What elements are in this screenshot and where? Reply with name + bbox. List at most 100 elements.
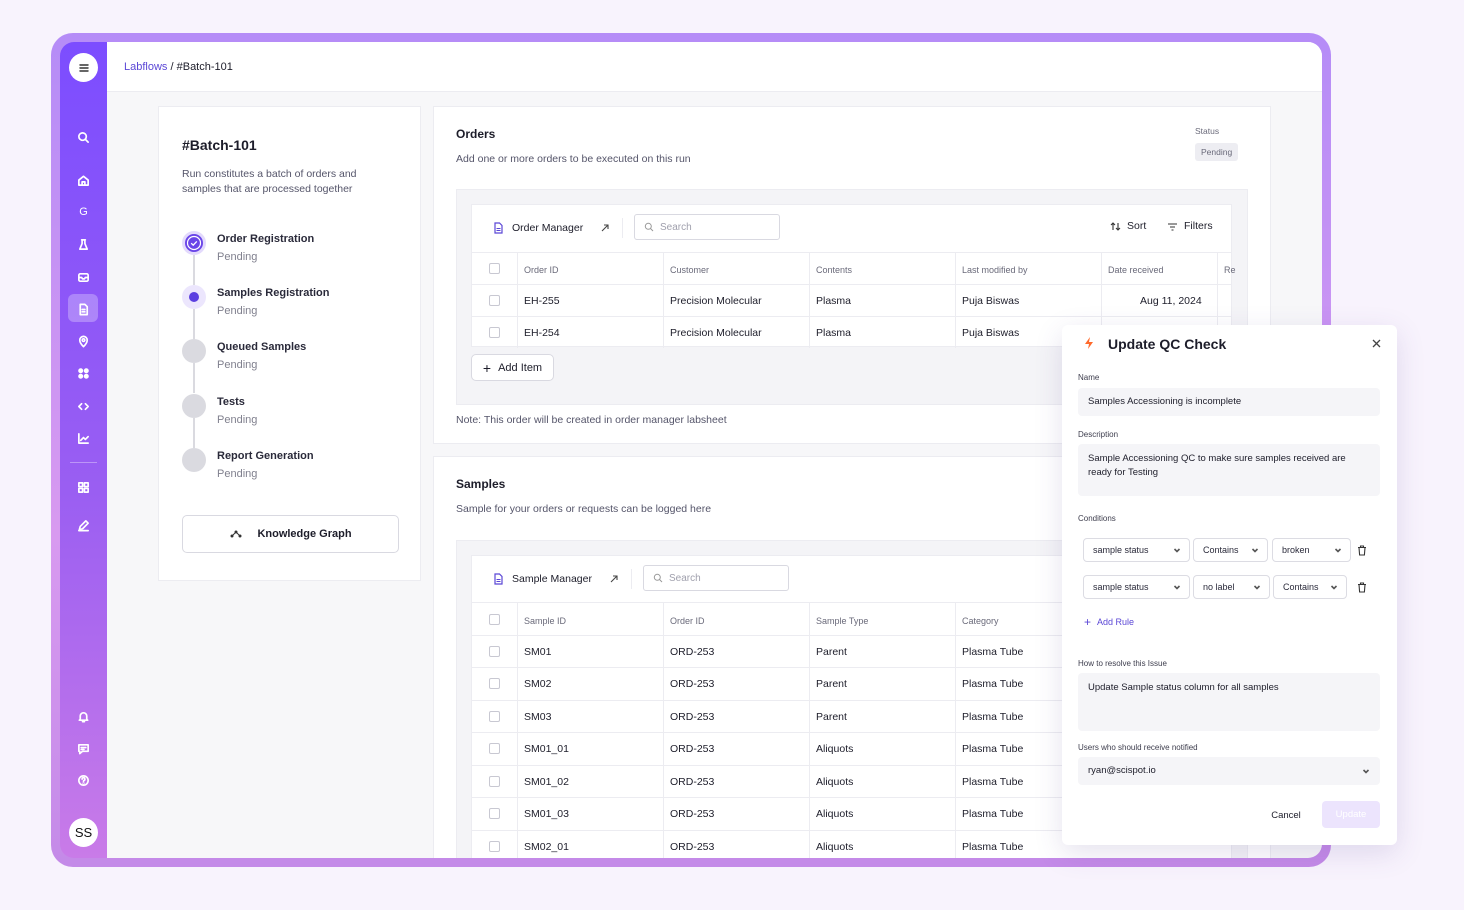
filters-button[interactable]: Filters bbox=[1167, 220, 1213, 232]
rule2-value-select[interactable]: Contains bbox=[1273, 575, 1347, 599]
column-header[interactable]: Contents bbox=[816, 265, 852, 275]
samples-subtitle: Sample for your orders or requests can b… bbox=[456, 503, 712, 515]
sidebar-item-help[interactable] bbox=[60, 767, 107, 793]
col-divider bbox=[809, 252, 810, 348]
sidebar-item-location[interactable] bbox=[60, 328, 107, 354]
sidebar-item-chart[interactable] bbox=[60, 425, 107, 451]
search-icon bbox=[78, 131, 89, 143]
select-all-checkbox[interactable] bbox=[489, 614, 500, 625]
col-divider bbox=[955, 252, 956, 348]
add-rule-label: Add Rule bbox=[1097, 617, 1135, 627]
step-connector bbox=[193, 363, 195, 393]
rule1-value-select[interactable]: broken bbox=[1272, 538, 1351, 562]
rule2-operator-value: no label bbox=[1203, 582, 1235, 592]
table-cell: Plasma Tube bbox=[962, 776, 1024, 788]
column-header[interactable]: Re bbox=[1224, 265, 1236, 275]
row-checkbox[interactable] bbox=[489, 841, 500, 852]
table-cell: Plasma Tube bbox=[962, 678, 1024, 690]
row-checkbox[interactable] bbox=[489, 295, 500, 306]
knowledge-graph-button[interactable]: Knowledge Graph bbox=[182, 515, 399, 553]
trash-icon[interactable] bbox=[1357, 582, 1367, 593]
external-link-icon[interactable] bbox=[600, 223, 610, 233]
table-cell: Plasma Tube bbox=[962, 711, 1024, 723]
add-item-button[interactable]: + Add Item bbox=[471, 354, 554, 381]
table-cell: Aliquots bbox=[816, 743, 854, 755]
table-cell: Plasma Tube bbox=[962, 646, 1024, 658]
notify-select[interactable]: ryan@scispot.io bbox=[1078, 757, 1380, 785]
sidebar-item-flask[interactable] bbox=[60, 231, 107, 257]
cancel-button[interactable]: Cancel bbox=[1258, 803, 1314, 827]
row-checkbox[interactable] bbox=[489, 808, 500, 819]
select-all-checkbox[interactable] bbox=[489, 263, 500, 274]
order-manager-label[interactable]: Order Manager bbox=[512, 222, 583, 234]
orders-note: Note: This order will be created in orde… bbox=[456, 414, 727, 426]
column-header[interactable]: Order ID bbox=[670, 616, 705, 626]
column-header[interactable]: Category bbox=[962, 616, 999, 626]
table-cell: ORD-253 bbox=[670, 711, 715, 723]
sidebar-item-code[interactable] bbox=[60, 393, 107, 419]
add-rule-button[interactable]: + Add Rule bbox=[1084, 616, 1135, 628]
column-header[interactable]: Sample Type bbox=[816, 616, 868, 626]
chat-icon bbox=[78, 743, 89, 754]
sidebar-item-pen[interactable] bbox=[60, 512, 107, 538]
external-link-icon[interactable] bbox=[609, 574, 619, 584]
trash-icon[interactable] bbox=[1357, 545, 1367, 556]
column-header[interactable]: Sample ID bbox=[524, 616, 566, 626]
notify-value: ryan@scispot.io bbox=[1088, 765, 1156, 776]
breadcrumb: Labflows / #Batch-101 bbox=[124, 61, 233, 73]
sidebar-item-grid[interactable] bbox=[60, 474, 107, 500]
sheet-icon bbox=[494, 573, 503, 585]
column-header[interactable]: Order ID bbox=[524, 265, 559, 275]
sidebar-item-g[interactable]: G bbox=[60, 199, 107, 225]
rule1-operator-select[interactable]: Contains bbox=[1193, 538, 1268, 562]
name-input[interactable]: Samples Accessioning is incomplete bbox=[1078, 388, 1380, 416]
sidebar-item-chat[interactable] bbox=[60, 735, 107, 761]
description-textarea[interactable]: Sample Accessioning QC to make sure samp… bbox=[1078, 444, 1380, 496]
chevron-down-icon bbox=[1253, 585, 1261, 590]
sidebar-item-search[interactable] bbox=[60, 124, 107, 150]
sample-manager-label[interactable]: Sample Manager bbox=[512, 573, 592, 585]
order-search-input[interactable]: Search bbox=[634, 214, 780, 240]
resolve-textarea[interactable]: Update Sample status column for all samp… bbox=[1078, 673, 1380, 731]
menu-button[interactable] bbox=[69, 53, 98, 82]
row-checkbox[interactable] bbox=[489, 776, 500, 787]
table-cell: Puja Biswas bbox=[962, 295, 1020, 307]
rule1-field-select[interactable]: sample status bbox=[1083, 538, 1190, 562]
chart-icon bbox=[78, 432, 89, 444]
column-header[interactable]: Customer bbox=[670, 265, 709, 275]
col-divider bbox=[663, 252, 664, 348]
column-header[interactable]: Last modified by bbox=[962, 265, 1028, 275]
sidebar-item-inbox[interactable] bbox=[60, 264, 107, 290]
breadcrumb-root[interactable]: Labflows bbox=[124, 61, 167, 73]
step-connector bbox=[193, 255, 195, 285]
column-header[interactable]: Date received bbox=[1108, 265, 1164, 275]
row-checkbox[interactable] bbox=[489, 743, 500, 754]
sidebar: G SS bbox=[60, 42, 107, 858]
divider bbox=[631, 569, 632, 589]
rule1-field-value: sample status bbox=[1093, 545, 1149, 555]
sidebar-item-apps[interactable] bbox=[60, 360, 107, 386]
col-divider bbox=[517, 252, 518, 348]
avatar[interactable]: SS bbox=[69, 818, 98, 847]
table-cell: Plasma Tube bbox=[962, 743, 1024, 755]
rule2-field-select[interactable]: sample status bbox=[1083, 575, 1190, 599]
table-cell: Aliquots bbox=[816, 808, 854, 820]
sort-button[interactable]: Sort bbox=[1110, 220, 1146, 232]
samples-title: Samples bbox=[456, 477, 506, 491]
row-checkbox[interactable] bbox=[489, 327, 500, 338]
rule2-operator-select[interactable]: no label bbox=[1193, 575, 1270, 599]
sample-search-input[interactable]: Search bbox=[643, 565, 789, 591]
chevron-down-icon bbox=[1362, 769, 1370, 774]
row-checkbox[interactable] bbox=[489, 646, 500, 657]
inbox-icon bbox=[78, 272, 89, 282]
filter-icon bbox=[1168, 222, 1177, 231]
row-checkbox[interactable] bbox=[489, 711, 500, 722]
sidebar-item-home[interactable] bbox=[60, 167, 107, 193]
sidebar-item-document[interactable] bbox=[60, 294, 107, 322]
table-cell: Aliquots bbox=[816, 841, 854, 853]
close-icon[interactable] bbox=[1371, 338, 1382, 349]
update-button[interactable]: Update bbox=[1322, 801, 1380, 828]
batch-title: #Batch-101 bbox=[182, 137, 257, 153]
sidebar-item-bell[interactable] bbox=[60, 703, 107, 729]
row-checkbox[interactable] bbox=[489, 678, 500, 689]
